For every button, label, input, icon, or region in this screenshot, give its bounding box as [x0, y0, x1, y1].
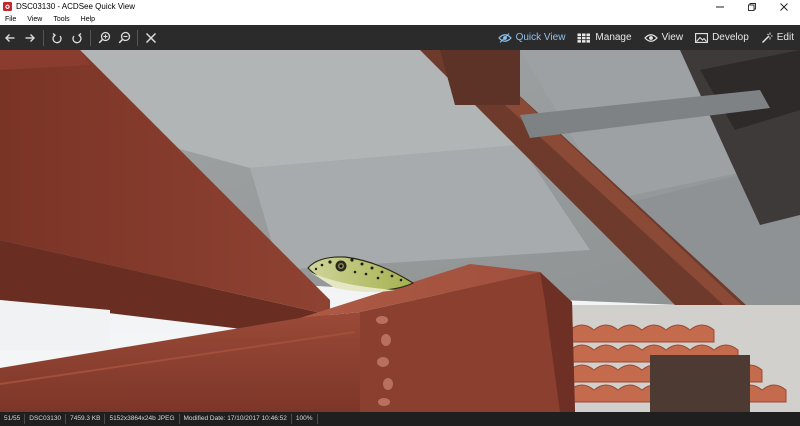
- window-title: DSC03130 - ACDSee Quick View: [16, 2, 136, 11]
- menu-file[interactable]: File: [0, 16, 22, 23]
- close-quick-view-button[interactable]: [141, 25, 161, 50]
- image-icon: [695, 32, 709, 43]
- rotate-left-button[interactable]: [47, 25, 67, 50]
- minimize-icon: [716, 6, 724, 7]
- menu-tools[interactable]: Tools: [48, 16, 75, 23]
- restore-button[interactable]: [736, 0, 768, 13]
- previous-image-button[interactable]: [0, 25, 20, 50]
- tab-develop[interactable]: Develop: [689, 25, 755, 50]
- tab-view-label: View: [661, 32, 684, 43]
- zoom-in-icon: [98, 31, 110, 44]
- menu-help[interactable]: Help: [76, 16, 101, 23]
- image-viewer[interactable]: [0, 50, 800, 412]
- zoom-in-button[interactable]: [94, 25, 114, 50]
- close-x-icon: [145, 32, 157, 43]
- tab-view[interactable]: View: [638, 25, 690, 50]
- next-image-button[interactable]: [20, 25, 40, 50]
- forward-arrow-icon: [25, 33, 35, 42]
- status-filename: DSC03130: [25, 414, 67, 424]
- grid-icon: [577, 33, 591, 43]
- title-bar: DSC03130 - ACDSee Quick View: [0, 0, 800, 13]
- toolbar: Quick View Manage View Develop Edit: [0, 25, 800, 50]
- status-bar: 51/55 DSC03130 7459.3 KB 5152x3864x24b J…: [0, 412, 800, 426]
- tab-manage-label: Manage: [595, 32, 632, 43]
- menu-bar: File View Tools Help: [0, 13, 800, 25]
- restore-icon: [748, 2, 756, 11]
- tab-develop-label: Develop: [712, 32, 749, 43]
- toolbar-divider: [43, 29, 44, 46]
- toolbar-divider: [137, 29, 138, 46]
- tab-manage[interactable]: Manage: [571, 25, 637, 50]
- mode-tabs: Quick View Manage View Develop Edit: [492, 25, 800, 50]
- photo-snake-on-beam: [0, 50, 800, 412]
- close-icon: [780, 2, 788, 11]
- tab-edit[interactable]: Edit: [755, 25, 800, 50]
- status-file-size: 7459.3 KB: [66, 414, 106, 424]
- zoom-out-icon: [118, 31, 130, 44]
- tab-quick-view[interactable]: Quick View: [492, 25, 572, 50]
- tab-quick-view-label: Quick View: [515, 32, 566, 43]
- rotate-right-icon: [72, 32, 82, 43]
- status-zoom-level[interactable]: 100%: [292, 414, 318, 424]
- status-modified-date: Modified Date: 17/10/2017 10:46:52: [180, 414, 292, 424]
- wand-icon: [761, 32, 773, 43]
- zoom-out-button[interactable]: [114, 25, 134, 50]
- status-dimensions: 5152x3864x24b JPEG: [105, 414, 180, 424]
- toolbar-divider: [90, 29, 91, 46]
- menu-view[interactable]: View: [22, 16, 48, 23]
- rotate-right-button[interactable]: [67, 25, 87, 50]
- acdsee-app-icon: [3, 2, 12, 11]
- back-arrow-icon: [5, 33, 15, 42]
- rotate-left-icon: [52, 32, 62, 43]
- minimize-button[interactable]: [704, 0, 736, 13]
- eye-icon: [497, 32, 512, 43]
- close-window-button[interactable]: [768, 0, 800, 13]
- tab-edit-label: Edit: [776, 32, 794, 43]
- eye-icon: [643, 33, 658, 42]
- status-image-position: 51/55: [0, 414, 26, 424]
